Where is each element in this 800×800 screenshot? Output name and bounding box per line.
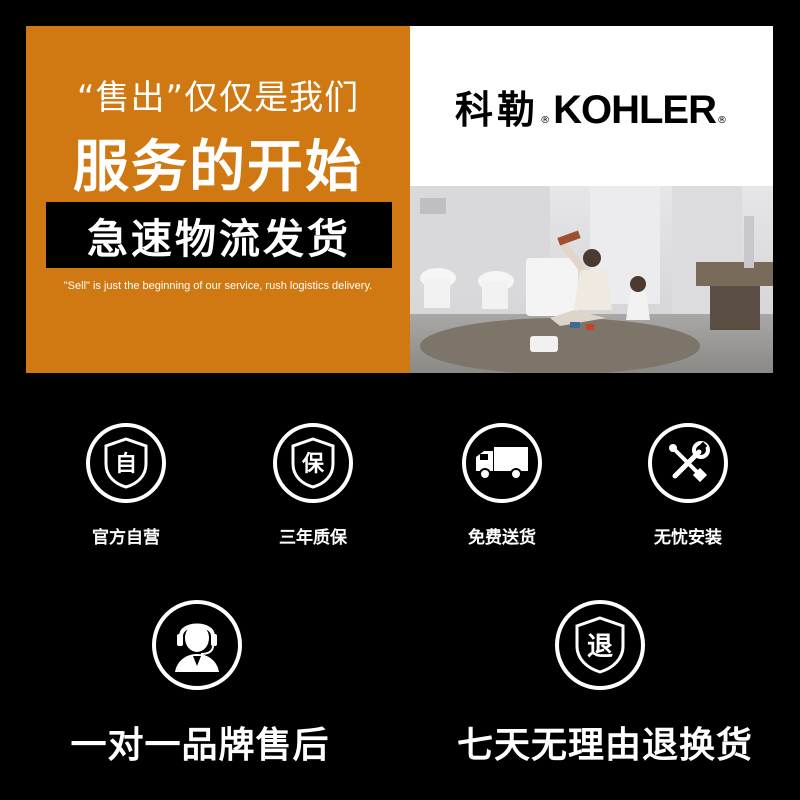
bathroom-family-photo <box>410 186 773 373</box>
service-icon-circle: 退 <box>555 600 645 690</box>
brand-logo-panel: 科勒 ® KOHLER ® <box>410 26 773 186</box>
feature-icon-circle <box>648 423 728 503</box>
registered-mark: ® <box>540 114 551 126</box>
feature-installation: 无忧安装 <box>618 423 758 563</box>
feature-label: 三年质保 <box>279 528 347 548</box>
slogan-line-2: 服务的开始 <box>73 135 363 200</box>
service-label-returns: 七天无理由退换货 <box>456 725 753 766</box>
feature-official-store: 自 官方自营 <box>56 423 196 563</box>
wrench-screwdriver-icon <box>669 441 710 483</box>
service-label-after-sales: 一对一品牌售后 <box>70 725 330 766</box>
registered-mark-2: ® <box>716 114 727 126</box>
shield-tui-icon: 退 <box>575 616 625 674</box>
service-icon-circle <box>152 600 242 690</box>
customer-service-agent-icon <box>175 623 219 672</box>
feature-warranty: 保 三年质保 <box>243 423 383 563</box>
slogan-line-3: 急速物流发货 <box>87 215 351 263</box>
kohler-logo: 科勒 ® KOHLER ® <box>455 79 728 134</box>
feature-label: 无忧安装 <box>654 528 722 548</box>
feature-icon-circle: 保 <box>273 423 353 503</box>
slogan-panel: “售出”仅仅是我们 服务的开始 急速物流发货 "Sell" is just th… <box>26 26 410 373</box>
promo-banner: “售出”仅仅是我们 服务的开始 急速物流发货 "Sell" is just th… <box>26 26 773 373</box>
feature-label: 免费送货 <box>468 528 536 548</box>
slogan-english: "Sell" is just the beginning of our serv… <box>63 280 373 292</box>
shield-bao-icon: 保 <box>291 437 335 489</box>
feature-free-delivery: 免费送货 <box>432 423 572 563</box>
feature-label: 官方自营 <box>92 528 160 548</box>
svg-text:保: 保 <box>301 452 325 477</box>
slogan-line-1: “售出”仅仅是我们 <box>76 78 360 118</box>
shield-zi-icon: 自 <box>104 437 148 489</box>
svg-text:退: 退 <box>587 632 613 662</box>
slogan-highlight-box: 急速物流发货 <box>46 202 392 268</box>
delivery-truck-icon <box>476 447 528 480</box>
svg-text:自: 自 <box>115 451 137 477</box>
feature-icon-circle <box>462 423 542 503</box>
logo-english: KOHLER <box>553 87 717 132</box>
logo-chinese: 科勒 <box>455 87 540 132</box>
feature-icon-circle: 自 <box>86 423 166 503</box>
